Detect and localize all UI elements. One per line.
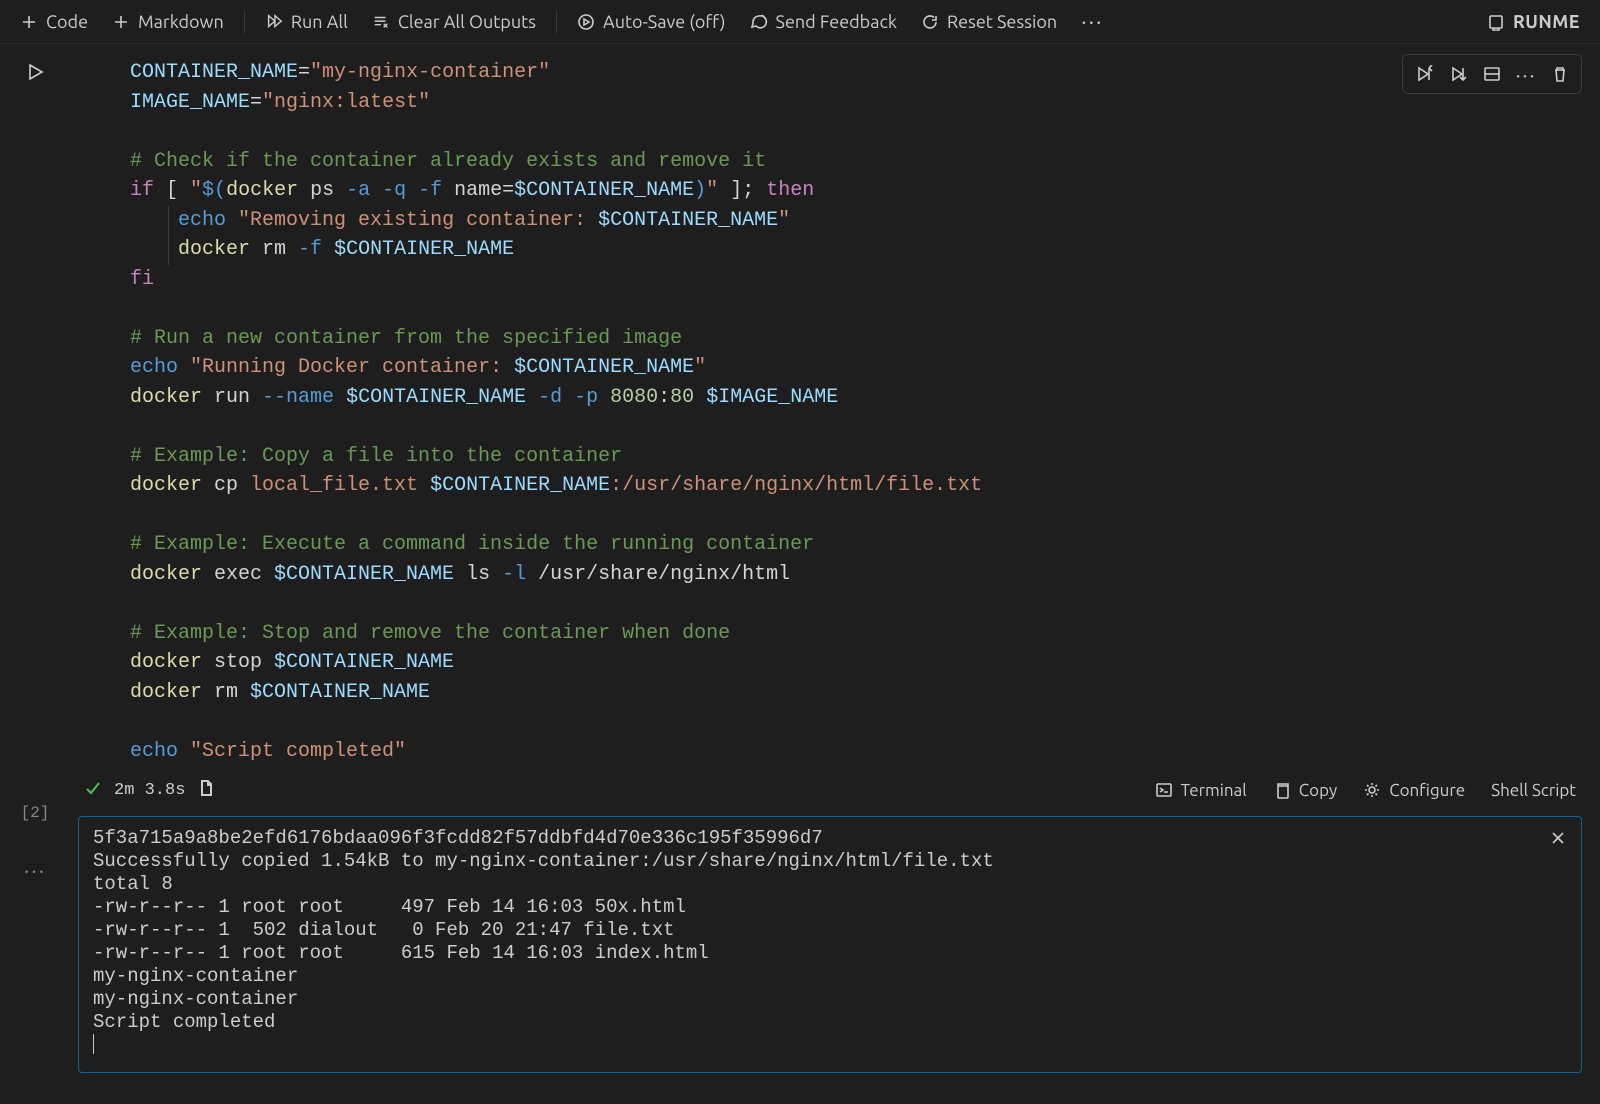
ellipsis-icon: ··· — [1081, 9, 1103, 34]
add-markdown-button[interactable]: Markdown — [102, 8, 234, 36]
play-up-icon — [1415, 65, 1433, 83]
more-button[interactable]: ··· — [1071, 5, 1113, 38]
cell-status-bar: 2m 3.8s Terminal Copy Configure Shell Sc… — [78, 772, 1582, 808]
language-label: Shell Script — [1491, 781, 1576, 800]
open-terminal-button[interactable]: Terminal — [1155, 781, 1247, 800]
configure-button[interactable]: Configure — [1363, 781, 1465, 800]
add-markdown-label: Markdown — [138, 12, 224, 32]
configure-label: Configure — [1389, 781, 1465, 800]
close-output-button[interactable] — [1547, 827, 1569, 849]
execute-above-button[interactable] — [1411, 61, 1437, 87]
success-icon — [84, 779, 102, 801]
runme-label: RUNME — [1513, 12, 1580, 32]
copy-label: Copy — [1299, 781, 1337, 800]
notebook-toolbar: Code Markdown Run All Clear All Outputs … — [0, 0, 1600, 44]
clear-outputs-icon — [372, 13, 390, 31]
clear-outputs-label: Clear All Outputs — [398, 12, 536, 32]
autosave-label: Auto-Save (off) — [603, 12, 726, 32]
copy-icon — [1273, 781, 1291, 799]
reset-label: Reset Session — [947, 12, 1057, 32]
editor-area: [2] ··· ··· CONTAINER_NAME="my-nginx-con… — [0, 44, 1600, 1104]
run-cell-button[interactable] — [25, 62, 45, 86]
execution-duration: 2m 3.8s — [114, 781, 185, 800]
file-icon — [197, 779, 215, 801]
terminal-icon — [1155, 781, 1173, 799]
run-all-label: Run All — [291, 12, 348, 32]
feedback-icon — [750, 13, 768, 31]
gear-icon — [1363, 781, 1381, 799]
gutter: [2] ··· — [0, 44, 70, 1104]
runme-button[interactable]: RUNME — [1477, 8, 1590, 36]
cell-floating-toolbar: ··· — [1402, 54, 1582, 94]
delete-cell-button[interactable] — [1547, 61, 1573, 87]
trash-icon — [1551, 65, 1569, 83]
runme-icon — [1487, 13, 1505, 31]
plus-icon — [20, 13, 38, 31]
autosave-button[interactable]: Auto-Save (off) — [567, 8, 736, 36]
plus-icon — [112, 13, 130, 31]
language-picker[interactable]: Shell Script — [1491, 781, 1576, 800]
divider — [244, 11, 245, 33]
execute-below-button[interactable] — [1445, 61, 1471, 87]
close-icon — [1550, 830, 1566, 846]
feedback-label: Send Feedback — [776, 12, 897, 32]
reset-session-button[interactable]: Reset Session — [911, 8, 1067, 36]
divider — [556, 11, 557, 33]
terminal-label: Terminal — [1181, 781, 1247, 800]
clear-outputs-button[interactable]: Clear All Outputs — [362, 8, 546, 36]
autosave-icon — [577, 13, 595, 31]
output-more-button[interactable]: ··· — [24, 858, 46, 883]
reset-icon — [921, 13, 939, 31]
cell-more-button[interactable]: ··· — [1513, 61, 1539, 87]
add-code-label: Code — [46, 12, 88, 32]
output-panel: 5f3a715a9a8be2efd6176bdaa096f3fcdd82f57d… — [78, 816, 1582, 1073]
run-all-button[interactable]: Run All — [255, 8, 358, 36]
split-cell-button[interactable] — [1479, 61, 1505, 87]
output-cursor — [93, 1034, 94, 1054]
split-icon — [1483, 65, 1501, 83]
play-icon — [25, 62, 45, 82]
code-editor[interactable]: CONTAINER_NAME="my-nginx-container" IMAG… — [78, 58, 1582, 766]
copy-button[interactable]: Copy — [1273, 781, 1337, 800]
add-code-button[interactable]: Code — [10, 8, 98, 36]
run-all-icon — [265, 13, 283, 31]
play-down-icon — [1449, 65, 1467, 83]
cell-index: [2] — [21, 804, 50, 822]
send-feedback-button[interactable]: Send Feedback — [740, 8, 907, 36]
cell-content: ··· CONTAINER_NAME="my-nginx-container" … — [70, 44, 1600, 1104]
output-text[interactable]: 5f3a715a9a8be2efd6176bdaa096f3fcdd82f57d… — [93, 827, 1567, 1058]
